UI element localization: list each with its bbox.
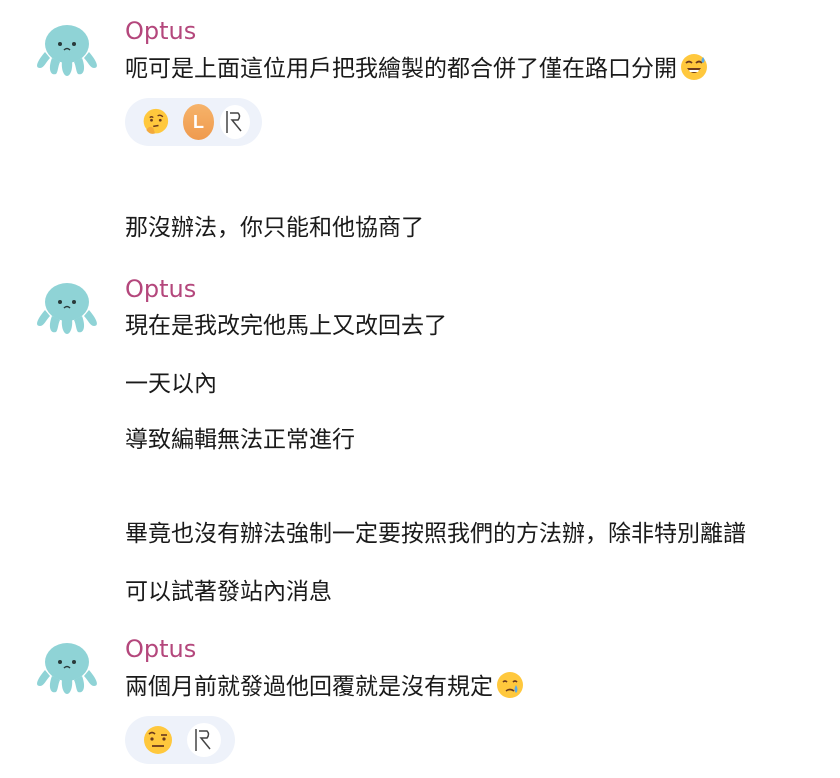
thinking-face-emoji[interactable]	[141, 105, 171, 139]
user-avatar[interactable]: L	[182, 104, 215, 140]
octopus-avatar[interactable]	[30, 16, 104, 80]
message-text: 導致編輯無法正常進行	[125, 427, 355, 453]
message-text: 一天以內	[125, 371, 217, 397]
message-text: 呃可是上面這位用戶把我繪製的都合併了僅在路口分開	[125, 52, 709, 85]
wiki-logo-icon[interactable]	[220, 105, 250, 139]
octopus-avatar[interactable]	[30, 634, 104, 698]
message-text: 現在是我改完他馬上又改回去了	[125, 313, 447, 339]
sweat-smile-emoji	[681, 54, 707, 80]
raised-eyebrow-emoji[interactable]	[141, 723, 175, 757]
message-author[interactable]: Optus	[125, 274, 196, 304]
message-text: 畢竟也沒有辦法強制一定要按照我們的方法辦，除非特別離譜	[125, 521, 746, 547]
message-text-content: 呃可是上面這位用戶把我繪製的都合併了僅在路口分開	[125, 56, 677, 82]
reaction-bar	[125, 716, 235, 764]
reaction-bar: L	[125, 98, 262, 146]
message-text: 那沒辦法，你只能和他協商了	[125, 215, 424, 241]
crying-face-emoji	[497, 672, 523, 698]
message-author[interactable]: Optus	[125, 634, 196, 664]
message-text-content: 兩個月前就發過他回覆就是沒有規定	[125, 674, 493, 700]
wiki-logo-icon[interactable]	[187, 723, 221, 757]
octopus-avatar[interactable]	[30, 274, 104, 338]
message-text: 兩個月前就發過他回覆就是沒有規定	[125, 670, 525, 703]
message-text: 可以試著發站內消息	[125, 579, 332, 605]
message-author[interactable]: Optus	[125, 16, 196, 46]
